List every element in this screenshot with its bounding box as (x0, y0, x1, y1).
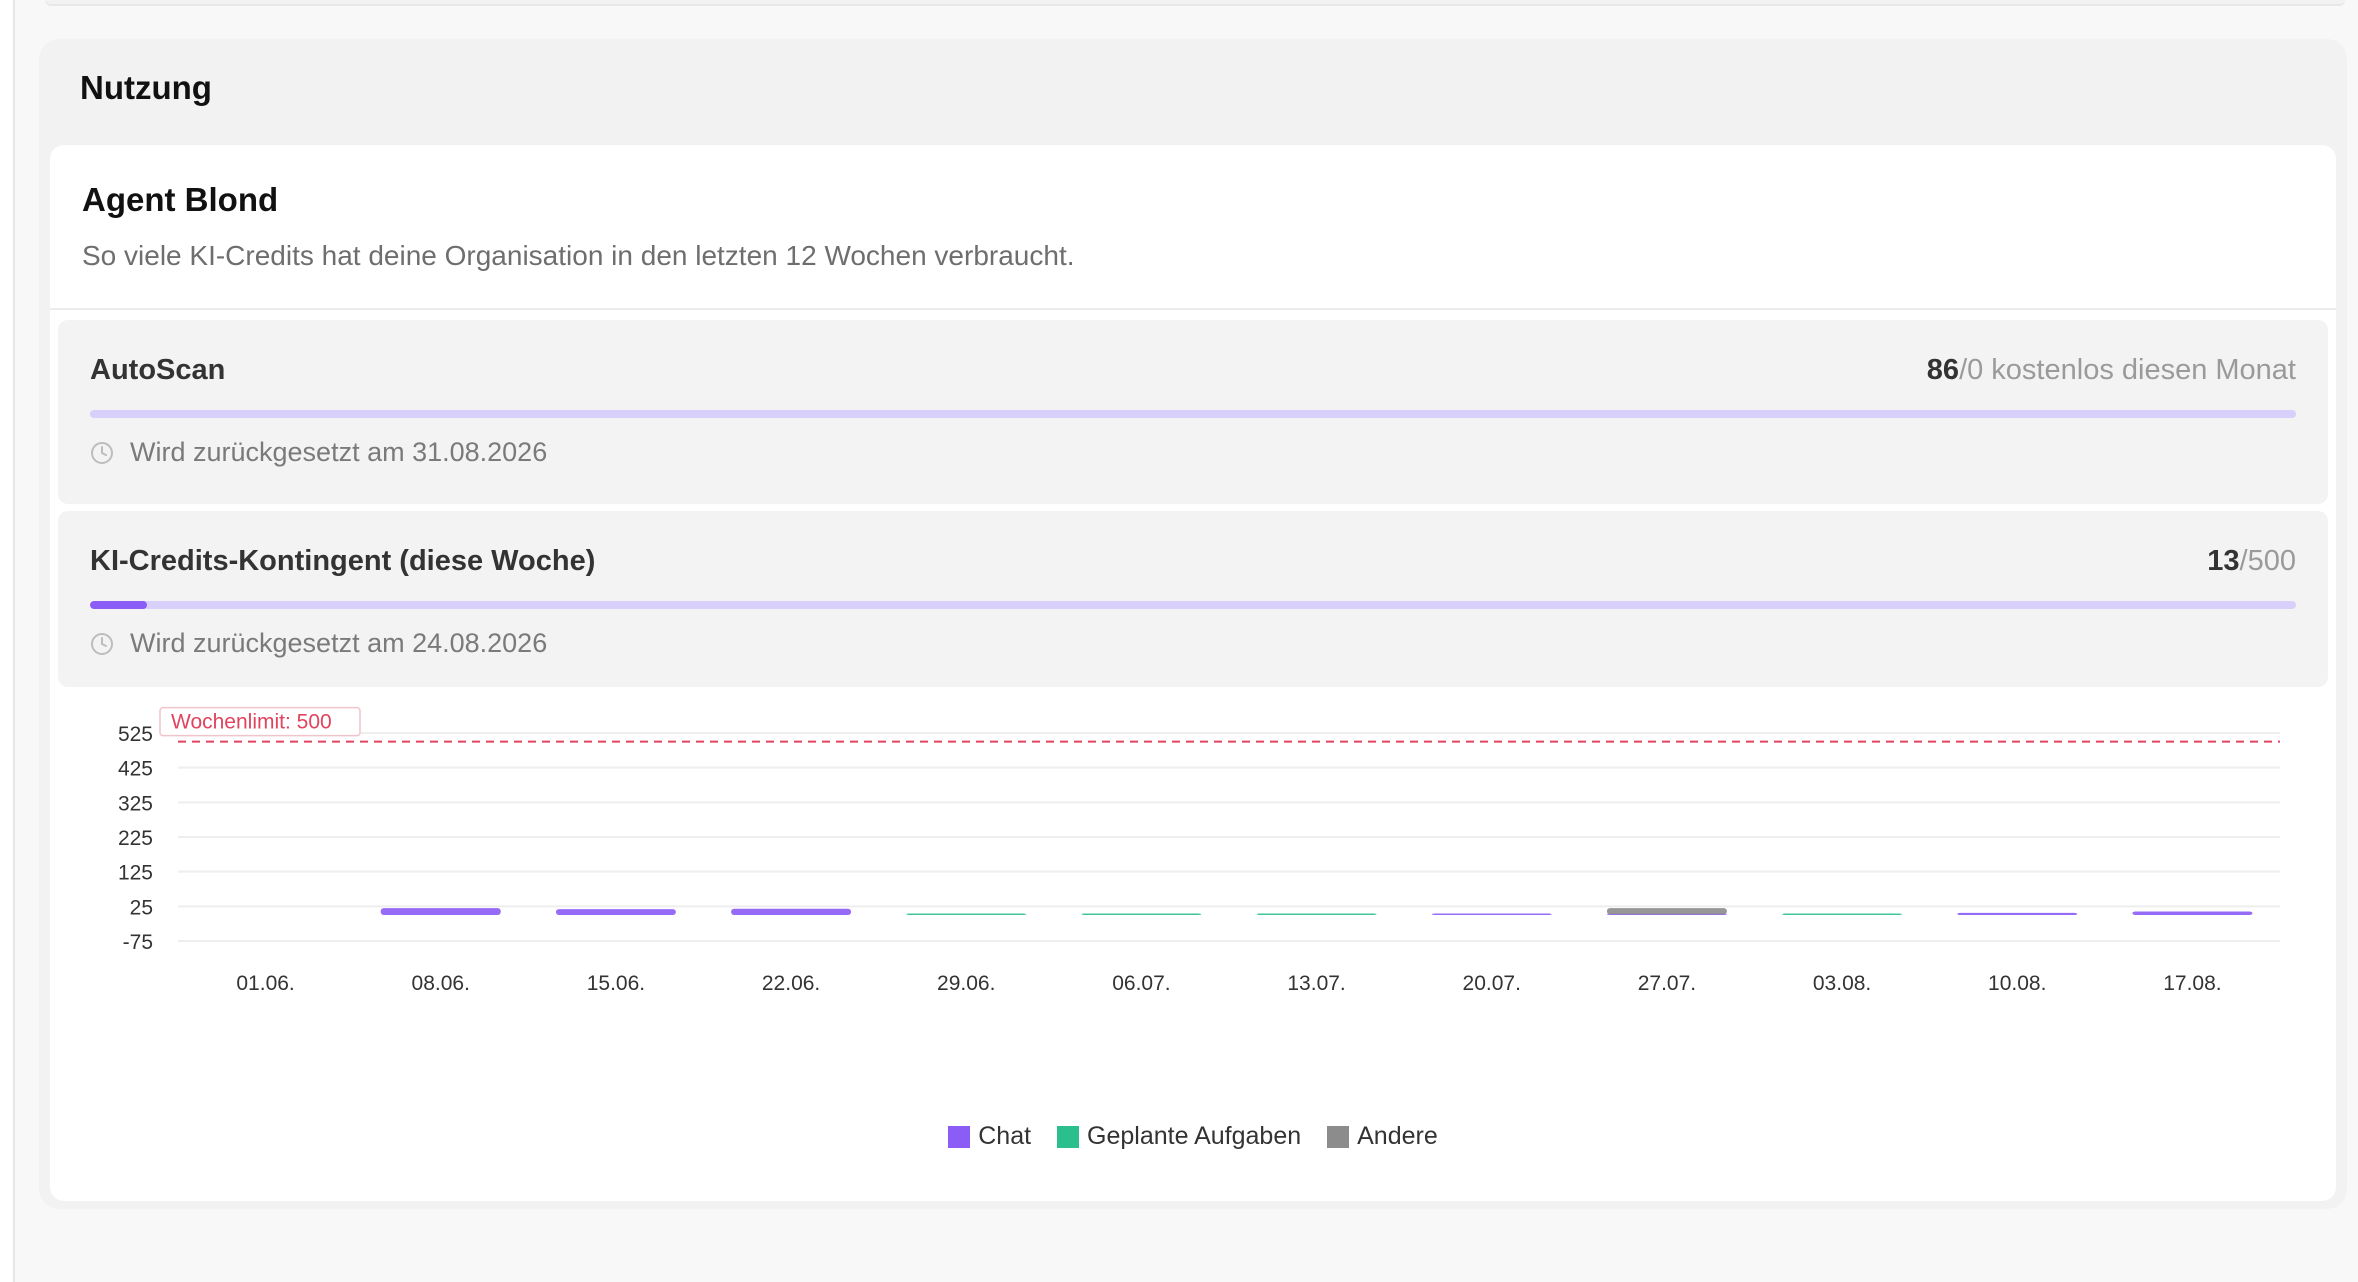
quota-used: 13 (2207, 545, 2240, 577)
quota-progress-fill (90, 601, 148, 609)
bar-geplante-aufgaben (1081, 913, 1202, 915)
quota-label: KI-Credits-Kontingent (diese Woche) (90, 545, 596, 577)
previous-section-edge (45, 0, 2345, 6)
x-tick-label: 29.06. (937, 972, 995, 995)
bar-geplante-aufgaben (906, 913, 1027, 915)
x-tick-label: 22.06. (762, 972, 820, 995)
bar-chat (1431, 913, 1552, 915)
y-tick-label: 425 (118, 758, 153, 781)
quota-progress-fill (90, 410, 2296, 418)
legend-swatch (1327, 1125, 1350, 1148)
card-header: Agent Blond So viele KI-Credits hat dein… (50, 145, 2336, 310)
quota-value: 13/500 (2207, 545, 2296, 578)
bar-chat (1957, 912, 2078, 915)
clock-icon (90, 441, 114, 465)
section-title: Nutzung (80, 69, 212, 106)
quota-value: 86/0 kostenlos diesen Monat (1927, 354, 2296, 387)
x-tick-label: 17.08. (2163, 972, 2221, 995)
quota-rest: /500 (2239, 545, 2296, 577)
chart-svg: 525 425 325 225 125 25 -75 Wochenlimit: 500 01.0… (118, 706, 2280, 995)
legend-label: Andere (1357, 1122, 1438, 1150)
card-title: Agent Blond (82, 181, 279, 218)
y-tick-label: -75 (123, 931, 153, 954)
quota-reset: Wird zurückgesetzt am 24.08.2026 (90, 628, 547, 659)
left-rail (0, 0, 15, 1282)
quota-used: 86 (1926, 354, 1960, 386)
quota-reset-text: Wird zurückgesetzt am 31.08.2026 (130, 437, 548, 467)
bar-geplante-aufgaben (1782, 913, 1903, 915)
y-tick-label: 125 (118, 862, 153, 885)
bar-chat (2132, 911, 2253, 915)
x-tick-label: 01.06. (236, 972, 294, 995)
bar-andere (1606, 908, 1727, 915)
usage-section: Nutzung Agent Blond So viele KI-Credits … (39, 39, 2347, 1209)
x-tick-label: 08.06. (412, 972, 470, 995)
legend-item[interactable]: Chat (948, 1122, 1031, 1151)
clock-icon (90, 632, 114, 656)
chart-legend: Chat Geplante Aufgaben Andere (50, 1122, 2336, 1151)
x-tick-label: 15.06. (587, 972, 645, 995)
bar-geplante-aufgaben (1256, 913, 1377, 915)
card-subtitle: So viele KI-Credits hat deine Organisati… (82, 240, 1075, 271)
legend-label: Chat (978, 1122, 1032, 1150)
quota-reset: Wird zurückgesetzt am 31.08.2026 (90, 437, 547, 468)
limit-label: Wochenlimit: 500 (171, 711, 332, 734)
y-tick-label: 325 (118, 792, 153, 815)
x-tick-label: 06.07. (1112, 972, 1170, 995)
x-tick-label: 13.07. (1287, 972, 1345, 995)
quota-progress-bar (90, 601, 2296, 609)
legend-swatch (948, 1125, 971, 1148)
bar-chat (555, 909, 676, 915)
legend-item[interactable]: Andere (1327, 1122, 1438, 1151)
x-tick-label: 03.08. (1813, 972, 1871, 995)
legend-item[interactable]: Geplante Aufgaben (1057, 1122, 1301, 1151)
y-tick-label: 225 (118, 827, 153, 850)
quota-reset-text: Wird zurückgesetzt am 24.08.2026 (130, 628, 548, 658)
legend-swatch (1057, 1125, 1080, 1148)
legend-label: Geplante Aufgaben (1087, 1122, 1302, 1150)
y-tick-label: 25 (130, 896, 153, 919)
x-tick-label: 20.07. (1463, 972, 1521, 995)
quota-autoscan: AutoScan 86/0 kostenlos diesen Monat Wir… (58, 320, 2328, 504)
quota-rest: /0 kostenlos diesen Monat (1959, 354, 2296, 386)
y-tick-label: 525 (118, 723, 153, 746)
bar-chat (731, 908, 852, 915)
quota-weekly-credits: KI-Credits-Kontingent (diese Woche) 13/5… (58, 511, 2328, 687)
quota-progress-bar (90, 410, 2296, 418)
bar-chat (380, 908, 501, 915)
quota-label: AutoScan (90, 354, 226, 386)
x-tick-label: 10.08. (1988, 972, 2046, 995)
x-tick-label: 27.07. (1638, 972, 1696, 995)
usage-chart: 525 425 325 225 125 25 -75 Wochenlimit: 500 01.0… (50, 705, 2336, 1125)
agent-card: Agent Blond So viele KI-Credits hat dein… (50, 145, 2336, 1201)
